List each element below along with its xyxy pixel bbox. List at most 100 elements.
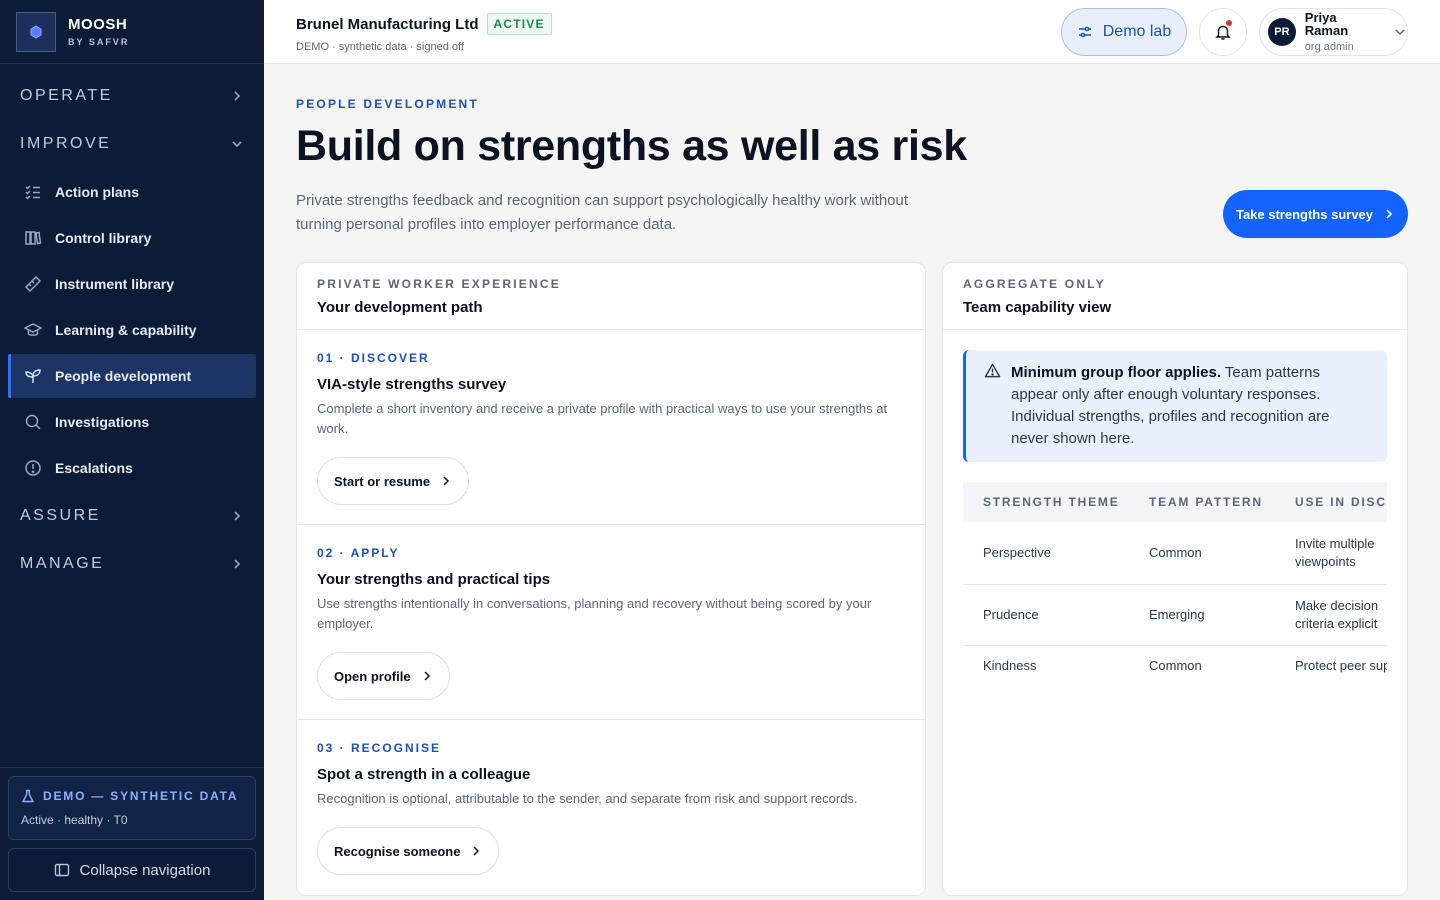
brand[interactable]: MOOSH BY SAFVR [0,0,264,64]
sidebar: MOOSH BY SAFVR OPERATE IMPROVE Action pl… [0,0,264,900]
column-header: USE IN DISCUSSION [1275,482,1387,522]
sidebar-item-control-library[interactable]: Control library [8,216,256,260]
main-content: PEOPLE DEVELOPMENT Build on strengths as… [296,64,1408,900]
open-profile-button[interactable]: Open profile [317,652,450,700]
button-label: Open profile [334,668,411,684]
step-description: Use strengths intentionally in conversat… [317,596,872,631]
nav-section-manage[interactable]: MANAGE [0,540,264,588]
card-title: Your development path [317,299,483,316]
column-header: TEAM PATTERN [1129,482,1275,522]
development-path-card: PRIVATE WORKER EXPERIENCE Your developme… [296,262,926,896]
sidebar-item-label: People development [55,368,192,384]
start-or-resume-button[interactable]: Start or resume [317,457,470,505]
warning-icon [984,362,1001,379]
brand-sub: BY SAFVR [68,36,130,47]
alert-circle-icon [24,459,42,477]
step-title: Spot a strength in a colleague [317,766,531,783]
sidebar-item-instrument-library[interactable]: Instrument library [8,262,256,306]
demo-lab-button[interactable]: Demo lab [1061,8,1187,56]
sliders-icon [1077,24,1093,40]
org-info: Brunel Manufacturing Ltd ACTIVE DEMO · s… [296,13,552,53]
chevron-right-icon [230,509,244,523]
checklist-icon [24,183,42,201]
page-eyebrow: PEOPLE DEVELOPMENT [296,97,479,111]
card-eyebrow: AGGREGATE ONLY [963,277,1106,291]
chevron-right-icon [1383,208,1395,220]
nav-section-assure[interactable]: ASSURE [0,492,264,540]
table-row: Perspective Common Invite multiple viewp… [963,522,1387,585]
chevron-down-icon [230,137,244,151]
sprout-icon [24,367,42,385]
step-apply: 02 · APPLY Your strengths and practical … [297,525,925,720]
sidebar-item-investigations[interactable]: Investigations [8,400,256,444]
step-description: Complete a short inventory and receive a… [317,401,888,436]
notifications-button[interactable] [1199,8,1247,56]
cta-label: Take strengths survey [1235,206,1374,222]
sidebar-item-action-plans[interactable]: Action plans [8,170,256,214]
nav-section-operate[interactable]: OPERATE [0,72,264,120]
graduation-cap-icon [24,321,42,339]
table-cell: Protect peer support [1295,658,1387,674]
sidebar-item-label: Escalations [55,460,133,476]
ruler-icon [24,275,42,293]
table-cell: Invite multiple viewpoints [1275,522,1387,585]
books-icon [24,229,42,247]
sidebar-item-learning-capability[interactable]: Learning & capability [8,308,256,352]
sidebar-item-escalations[interactable]: Escalations [8,446,256,490]
sidebar-item-label: Action plans [55,184,140,200]
status-badge: ACTIVE [486,13,552,35]
nav-section-label: IMPROVE [20,135,112,152]
step-label: 02 · APPLY [317,546,400,560]
nav-section-improve[interactable]: IMPROVE [0,120,264,168]
recognise-someone-button[interactable]: Recognise someone [317,827,500,875]
group-floor-notice: Minimum group floor applies. Team patter… [963,350,1387,462]
chevron-right-icon [230,89,244,103]
demo-status-box: DEMO — SYNTHETIC DATA Active · healthy ·… [8,776,256,840]
sidebar-item-label: Learning & capability [55,322,197,338]
chevron-down-icon [1393,25,1407,39]
card-eyebrow: PRIVATE WORKER EXPERIENCE [317,277,561,291]
nav-section-label: OPERATE [20,87,113,104]
table-cell: Perspective [963,522,1129,585]
step-description: Recognition is optional, attributable to… [317,791,858,806]
notification-dot [1226,20,1232,26]
page-title: Build on strengths as well as risk [296,122,967,170]
page-intro: Private strengths feedback and recogniti… [296,192,909,233]
card-title: Team capability view [963,299,1112,316]
chevron-right-icon [430,475,452,487]
table-cell: Common [1129,522,1275,585]
top-header: Brunel Manufacturing Ltd ACTIVE DEMO · s… [264,0,1440,64]
nav-section-label: ASSURE [20,507,101,524]
sidebar-item-label: Control library [55,230,152,246]
flask-icon [21,789,35,803]
table-cell: Kindness [983,658,1037,674]
org-subtitle: DEMO · synthetic data · signed off [296,41,464,53]
table-row: Prudence Emerging Make decision criteria… [963,584,1387,646]
step-discover: 01 · DISCOVER VIA-style strengths survey… [297,330,925,525]
step-title: Your strengths and practical tips [317,571,551,588]
logo-icon [16,11,56,52]
demo-title: DEMO — SYNTHETIC DATA [43,789,239,803]
team-capability-card: AGGREGATE ONLY Team capability view Mini… [942,262,1408,896]
notice-bold: Minimum group floor applies. [1011,364,1221,381]
user-name: Priya Raman [1304,10,1349,38]
column-header: STRENGTH THEME [963,482,1129,522]
step-label: 01 · DISCOVER [317,351,430,365]
table-row: Kindness Common Protect peer support [963,645,1387,687]
table-cell: Emerging [1129,584,1275,646]
table-header-row: STRENGTH THEME TEAM PATTERN USE IN DISCU… [963,482,1387,522]
demo-lab-label: Demo lab [1102,23,1172,40]
team-pattern-table-scroll[interactable]: STRENGTH THEME TEAM PATTERN USE IN DISCU… [963,482,1387,687]
button-label: Start or resume [334,473,431,489]
nav-section-label: MANAGE [20,555,105,572]
step-recognise: 03 · RECOGNISE Spot a strength in a coll… [297,720,925,895]
chevron-right-icon [230,557,244,571]
sidebar-item-label: Investigations [55,414,150,430]
table-cell: Common [1149,658,1202,674]
collapse-navigation-button[interactable]: Collapse navigation [8,848,256,892]
take-strengths-survey-button[interactable]: Take strengths survey [1223,190,1408,238]
collapse-label: Collapse navigation [79,861,211,879]
search-icon [24,413,42,431]
user-menu[interactable]: PR Priya Raman org admin [1259,8,1408,56]
sidebar-item-people-development[interactable]: People development [8,354,256,398]
